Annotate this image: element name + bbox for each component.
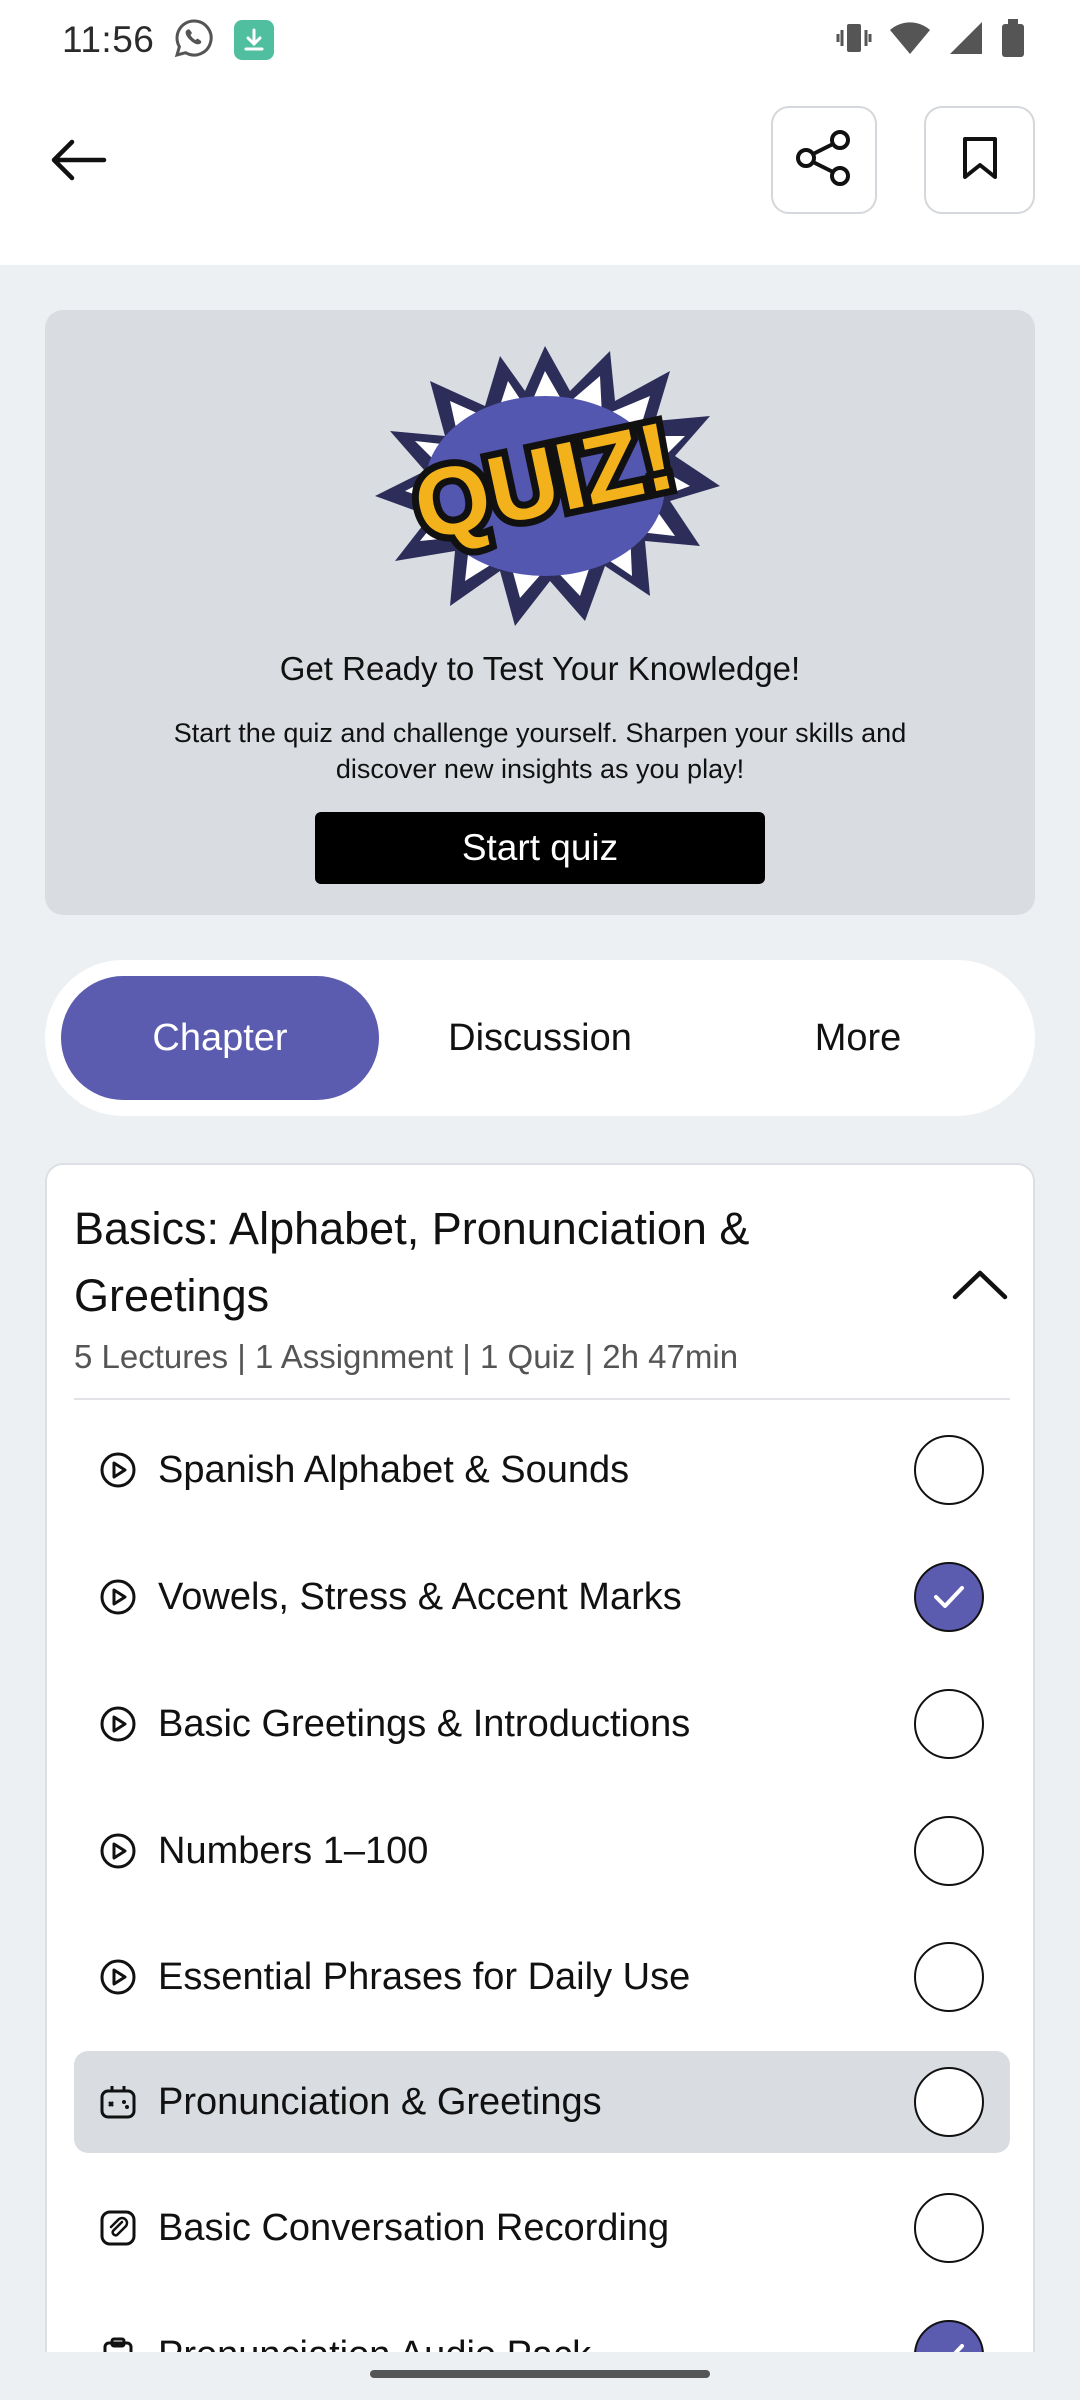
lesson-item[interactable]: Vowels, Stress & Accent Marks (74, 1546, 1010, 1648)
chapter-card: Basics: Alphabet, Pronunciation & Greeti… (45, 1163, 1035, 2400)
quiz-promo-card: QUIZ! QUIZ! Get Ready to Test Your Knowl… (45, 310, 1035, 915)
lesson-item[interactable]: Essential Phrases for Daily Use (74, 1926, 1010, 2028)
play-circle-icon (98, 1831, 138, 1871)
assignment-item[interactable]: Basic Conversation Recording (74, 2177, 1010, 2279)
completion-checkbox[interactable] (914, 1816, 984, 1886)
completion-checkbox[interactable] (914, 1689, 984, 1759)
bookmark-icon (960, 135, 1000, 186)
quiz-subtitle: Start the quiz and challenge yourself. S… (173, 718, 907, 784)
lesson-item[interactable]: Basic Greetings & Introductions (74, 1673, 1010, 1775)
completion-checkbox[interactable] (914, 1562, 984, 1632)
completion-checkbox[interactable] (914, 1942, 984, 2012)
checkmark-icon (934, 1586, 964, 1608)
completion-checkbox[interactable] (914, 2067, 984, 2137)
completion-checkbox[interactable] (914, 1435, 984, 1505)
lesson-item[interactable]: Numbers 1–100 (74, 1800, 1010, 1902)
lesson-label: Spanish Alphabet & Sounds (158, 1448, 630, 1491)
completion-checkbox[interactable] (914, 2193, 984, 2263)
play-circle-icon (98, 1704, 138, 1744)
bookmark-button[interactable] (924, 106, 1035, 214)
lesson-label: Pronunciation & Greetings (158, 2080, 602, 2123)
status-bar: 11:56 (0, 0, 1080, 80)
chapter-title: Basics: Alphabet, Pronunciation & Greeti… (74, 1203, 750, 1321)
status-time: 11:56 (62, 19, 155, 60)
lesson-label: Basic Conversation Recording (158, 2206, 670, 2249)
whatsapp-icon (172, 16, 216, 65)
share-icon (792, 128, 856, 193)
tab-discussion[interactable]: Discussion (381, 976, 699, 1100)
download-icon (234, 20, 275, 60)
chevron-up-icon[interactable] (950, 1265, 1010, 1305)
quiz-logo: QUIZ! QUIZ! (360, 336, 730, 636)
lesson-label: Essential Phrases for Daily Use (158, 1955, 691, 1998)
divider (74, 1398, 1010, 1400)
quiz-item[interactable]: Pronunciation & Greetings (74, 2051, 1010, 2153)
tab-more[interactable]: More (699, 976, 1017, 1100)
wifi-icon (888, 18, 932, 63)
chapter-meta: 5 Lectures | 1 Assignment | 1 Quiz | 2h … (74, 1338, 739, 1375)
tab-bar: Chapter Discussion More (45, 960, 1035, 1116)
play-circle-icon (98, 1450, 138, 1490)
quiz-heading: Get Ready to Test Your Knowledge! (279, 650, 801, 687)
lesson-item[interactable]: Spanish Alphabet & Sounds (74, 1419, 1010, 1521)
play-circle-icon (98, 1957, 138, 1997)
battery-icon (1000, 17, 1026, 64)
lesson-label: Basic Greetings & Introductions (158, 1702, 691, 1745)
start-quiz-button[interactable]: Start quiz (315, 812, 765, 884)
signal-icon (946, 18, 986, 63)
top-app-bar (0, 80, 1080, 265)
lesson-label: Vowels, Stress & Accent Marks (158, 1575, 682, 1618)
gesture-handle[interactable] (370, 2370, 710, 2378)
back-arrow-icon[interactable] (42, 124, 114, 196)
vibrate-icon (834, 18, 874, 63)
tab-chapter[interactable]: Chapter (61, 976, 379, 1100)
assignment-icon (98, 2208, 138, 2248)
play-circle-icon (98, 1577, 138, 1617)
share-button[interactable] (771, 106, 877, 214)
quiz-icon (98, 2082, 138, 2122)
lesson-label: Numbers 1–100 (158, 1829, 429, 1872)
